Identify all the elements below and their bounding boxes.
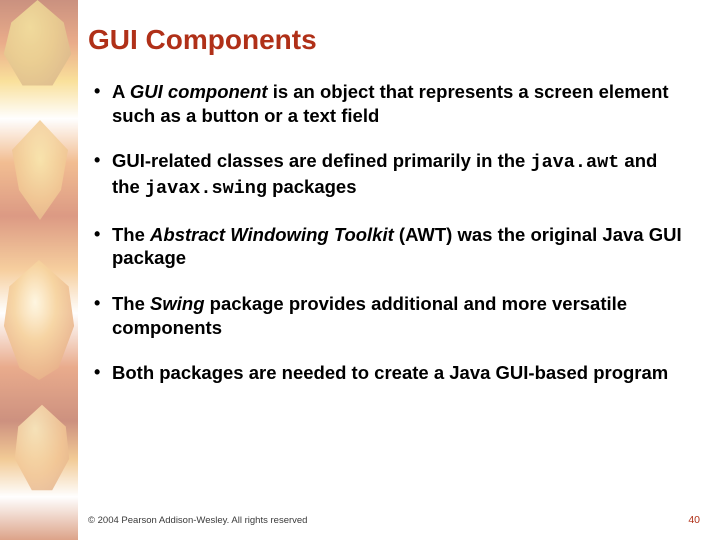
list-item: The Abstract Windowing Toolkit (AWT) was… xyxy=(88,223,688,270)
list-item: GUI-related classes are defined primaril… xyxy=(88,149,688,200)
list-item: The Swing package provides additional an… xyxy=(88,292,688,339)
slide-content: GUI Components A GUI component is an obj… xyxy=(88,24,688,512)
text: packages xyxy=(267,176,356,197)
slide-decoration xyxy=(0,0,78,540)
text: Both packages are needed to create a Jav… xyxy=(112,362,668,383)
code-text: java.awt xyxy=(530,152,619,173)
text: The xyxy=(112,224,150,245)
text: GUI-related classes are defined primaril… xyxy=(112,150,530,171)
bullet-list: A GUI component is an object that repres… xyxy=(88,80,688,385)
leaf-icon xyxy=(0,260,78,380)
code-text: javax.swing xyxy=(145,178,267,199)
text: The xyxy=(112,293,150,314)
page-number: 40 xyxy=(688,514,700,526)
list-item: Both packages are needed to create a Jav… xyxy=(88,361,688,385)
copyright-footer: © 2004 Pearson Addison-Wesley. All right… xyxy=(88,515,307,526)
text: A xyxy=(112,81,130,102)
text-emphasis: Swing xyxy=(150,293,204,314)
leaf-icon xyxy=(5,120,75,220)
list-item: A GUI component is an object that repres… xyxy=(88,80,688,127)
text-emphasis: GUI component xyxy=(130,81,268,102)
slide-title: GUI Components xyxy=(88,24,688,56)
leaf-icon xyxy=(0,0,75,90)
leaf-icon xyxy=(8,400,76,495)
text-emphasis: Abstract Windowing Toolkit xyxy=(150,224,394,245)
